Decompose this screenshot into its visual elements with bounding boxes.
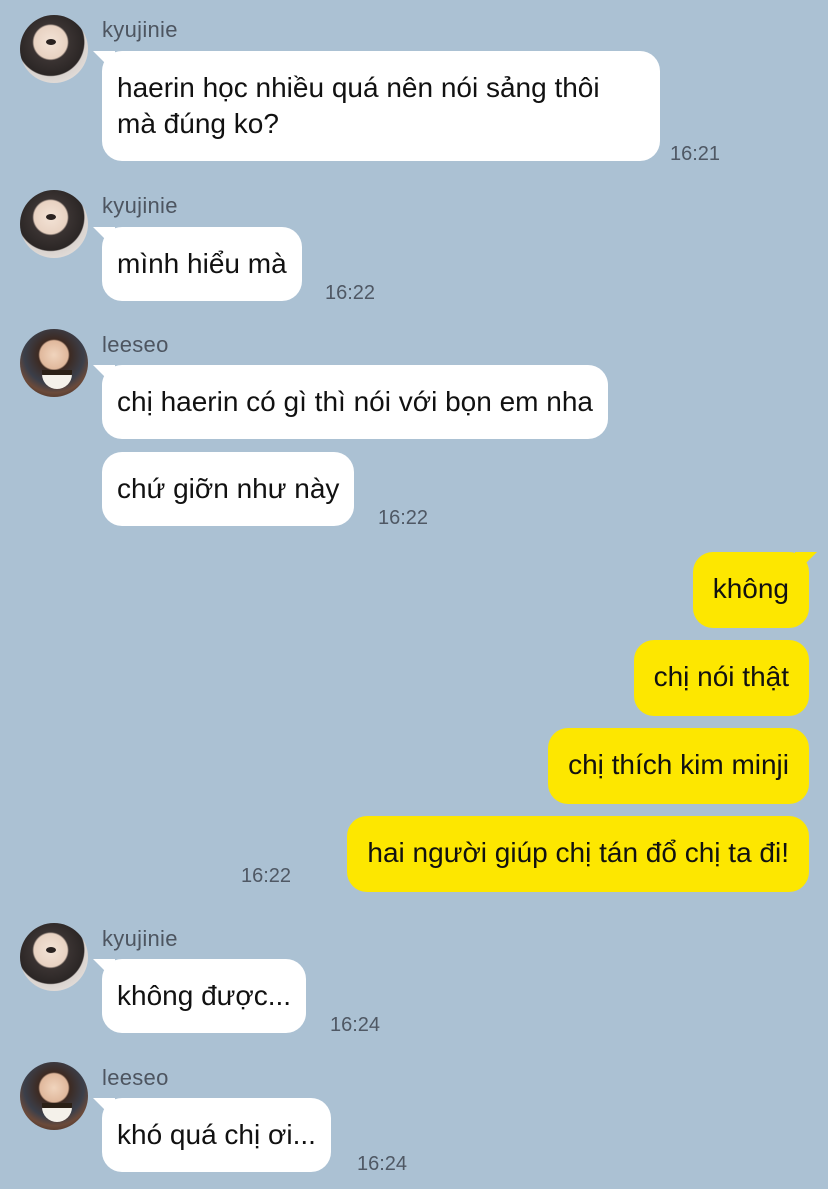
message-text: chị nói thật — [653, 661, 789, 692]
message-bubble[interactable]: haerin học nhiều quá nên nói sảng thôi m… — [102, 51, 660, 161]
message-text: chứ giỡn như này — [117, 473, 340, 504]
avatar-kyujinie[interactable] — [20, 15, 88, 83]
message-text: khó quá chị ơi... — [117, 1119, 316, 1150]
message-bubble[interactable]: mình hiểu mà — [102, 227, 302, 301]
message-time: 16:22 — [325, 282, 376, 304]
sender-name: leeseo — [102, 1065, 169, 1090]
sender-name: leeseo — [102, 332, 169, 357]
avatar-leeseo[interactable] — [20, 1062, 88, 1130]
message-text: không — [712, 573, 789, 604]
outgoing-message-bubble[interactable]: không — [692, 552, 809, 628]
message-time: 16:24 — [357, 1153, 408, 1175]
sender-name: kyujinie — [102, 193, 178, 218]
avatar-leeseo[interactable] — [20, 329, 88, 397]
message-text: chị haerin có gì thì nói với bọn em nha — [117, 386, 593, 417]
message-text: chị thích kim minji — [568, 749, 789, 780]
message-bubble[interactable]: chị haerin có gì thì nói với bọn em nha — [102, 365, 608, 439]
message-bubble[interactable]: không được... — [102, 959, 307, 1033]
message-text: không được... — [117, 980, 292, 1011]
outgoing-message-bubble[interactable]: chị nói thật — [633, 640, 809, 716]
avatar-kyujinie[interactable] — [20, 923, 88, 991]
outgoing-message-bubble[interactable]: hai người giúp chị tán đổ chị ta đi! — [347, 816, 809, 892]
message-bubble[interactable]: chứ giỡn như này — [102, 452, 355, 526]
message-text: mình hiểu mà — [117, 248, 287, 279]
message-text: hai người giúp chị tán đổ chị ta đi! — [367, 837, 789, 868]
sender-name: kyujinie — [102, 17, 178, 42]
message-text: haerin học nhiều quá nên nói sảng thôi — [117, 72, 600, 103]
sender-name: kyujinie — [102, 926, 178, 951]
message-time: 16:22 — [378, 507, 429, 529]
avatar-kyujinie[interactable] — [20, 190, 88, 258]
message-time: 16:24 — [330, 1014, 381, 1036]
message-time: 16:22 — [241, 865, 292, 887]
message-bubble[interactable]: khó quá chị ơi... — [102, 1098, 331, 1172]
message-time: 16:21 — [670, 143, 721, 165]
outgoing-message-bubble[interactable]: chị thích kim minji — [548, 728, 809, 804]
message-text: mà đúng ko? — [117, 108, 279, 139]
